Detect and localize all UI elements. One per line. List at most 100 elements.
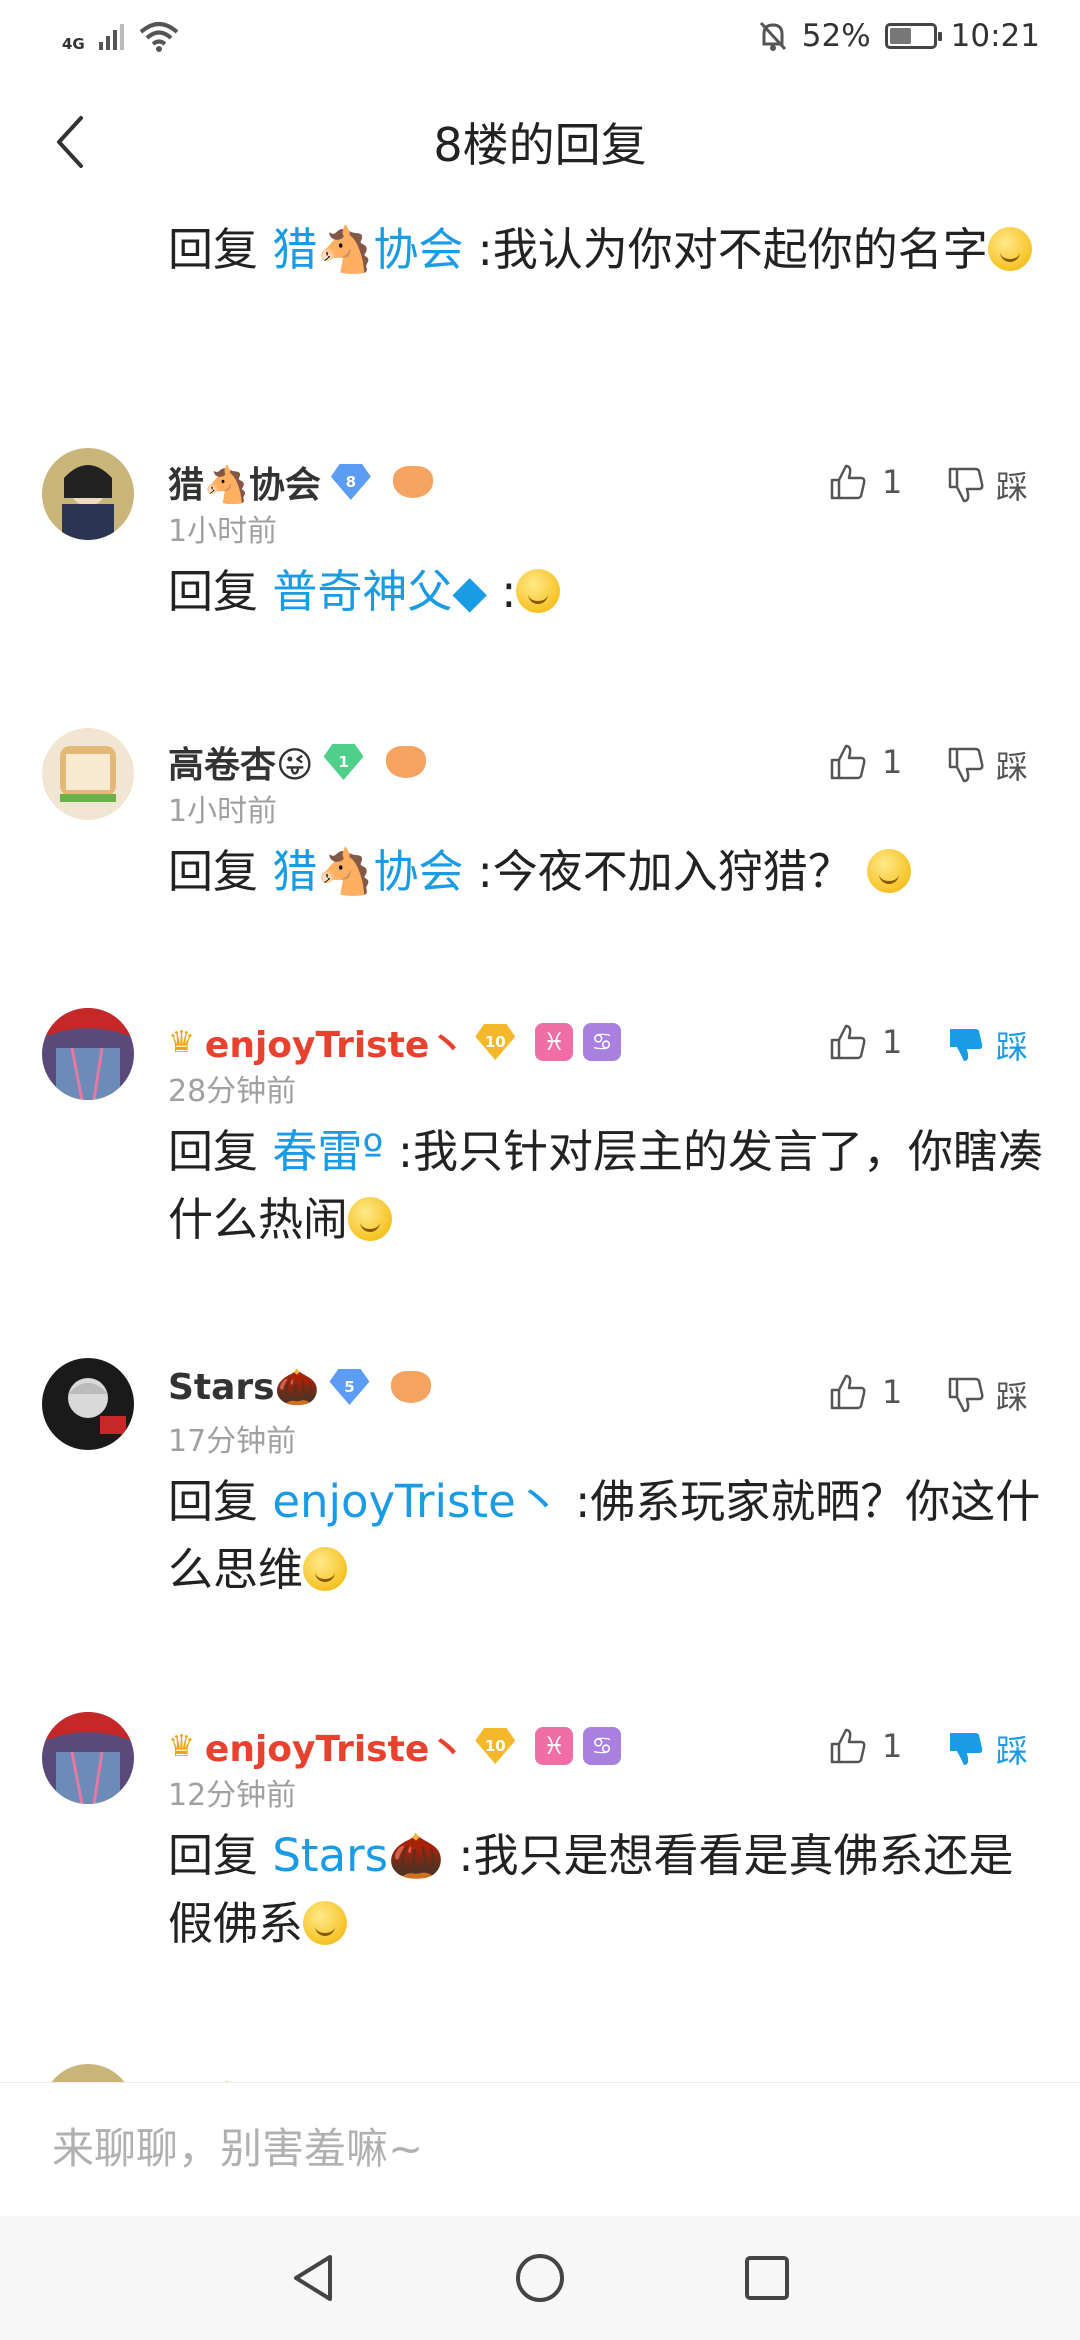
thumbs-up-icon [830,1374,866,1410]
username[interactable]: Stars🌰 [168,1366,319,1408]
username-row: Stars🌰 5 [168,1366,432,1408]
reply-prefix: 回复 [168,1475,273,1528]
avatar[interactable] [42,448,134,540]
comment-input[interactable] [52,2113,1032,2183]
mention-link[interactable]: 猎🐴协会 [272,845,463,898]
timestamp: 17分钟前 [168,1424,297,1459]
header: 8楼的回复 [0,72,1080,212]
comment-text: 回复 普奇神父◆ : [168,558,1048,626]
thumbs-up-icon [830,1024,866,1060]
dislike-label: 踩 [996,468,1029,506]
dislike-button[interactable]: 踩 [946,1022,1028,1068]
dislike-button[interactable]: 踩 [946,1372,1028,1418]
nav-home-button[interactable] [500,2238,580,2318]
mention-link[interactable]: enjoyTriste丶 [272,1475,561,1528]
username-row: 猎🐴协会 [168,2072,321,2082]
dislike-label: 踩 [996,1028,1029,1066]
username[interactable]: 高卷杏😜 [168,736,314,788]
username-row: ♛ enjoyTriste丶 10 ♓ ♋ [168,1720,622,1772]
mention-link[interactable]: Stars🌰 [272,1829,444,1882]
thumbs-down-icon [948,747,984,783]
system-nav-bar [0,2216,1080,2340]
username-row: 猎🐴协会 8 [168,456,433,508]
page-title: 8楼的回复 [433,118,647,172]
reply-prefix: 回复 [168,565,273,618]
battery-percent: 52% [801,18,871,54]
reply-body: :今夜不加入狩猎？ [463,845,853,898]
mention-link[interactable]: 春雷º [272,1125,383,1178]
lungs-icon [385,746,426,778]
like-count: 1 [882,463,903,501]
timestamp: 1小时前 [168,794,278,829]
username[interactable]: enjoyTriste丶 [205,1016,465,1068]
battery-level [889,28,912,44]
clock: 10:21 [950,18,1040,54]
timestamp: 28分钟前 [168,1074,297,1109]
comment-text: 回复 猎🐴协会 :今夜不加入狩猎？ [168,838,1048,906]
lungs-icon [391,1371,432,1403]
like-button[interactable]: 1 [828,462,902,502]
dislike-label: 踩 [996,748,1029,786]
like-button[interactable]: 1 [828,1726,902,1766]
crown-icon: ♛ [168,1728,195,1764]
level-badge: 10 [475,1728,516,1764]
bell-off-icon [759,21,786,51]
username[interactable]: 猎🐴协会 [168,456,321,508]
reply-prefix: 回复 [168,1829,273,1882]
dislike-button[interactable]: 踩 [946,462,1028,508]
triangle-back-icon [294,2255,333,2301]
avatar[interactable] [42,1712,134,1804]
status-right: 52% 10:21 [758,18,1040,54]
comment-text: 回复 春雷º :我只针对层主的发言了，你瞎凑什么热闹 [168,1118,1048,1254]
reply-list[interactable]: 回复 猎🐴协会 :我认为你对不起你的名字 猎🐴协会 8 1小时前 1 踩 回复 … [0,212,1080,2082]
like-button[interactable]: 1 [828,742,902,782]
smile-emoji-icon [987,227,1032,271]
mention-link[interactable]: 普奇神父◆ [272,565,487,618]
thumbs-up-icon [830,464,866,500]
chevron-left-icon [57,116,83,168]
top-reply-text: 回复 猎🐴协会 :我认为你对不起你的名字 [168,216,1048,284]
pisces-icon: ♓ [535,1727,574,1765]
nav-recent-button[interactable] [727,2238,807,2318]
avatar[interactable] [42,1008,134,1100]
smile-emoji-icon [867,849,912,893]
reply-prefix: 回复 [168,1125,273,1178]
circle-home-icon [515,2254,564,2302]
mention-link[interactable]: 猎🐴协会 [272,223,463,276]
level-badge: 5 [329,1369,370,1405]
reply-body: :我认为你对不起你的名字 [463,223,988,276]
status-bar: 4G 52% 10:21 [0,0,1080,72]
lungs-icon [392,466,433,498]
status-left: 4G [62,19,179,53]
like-button[interactable]: 1 [828,1372,902,1412]
avatar[interactable] [42,728,134,820]
dislike-label: 踩 [996,1378,1029,1416]
like-count: 1 [882,743,903,781]
like-count: 1 [882,1727,903,1765]
comment-text: 回复 Stars🌰 :我只是想看看是真佛系还是假佛系 [168,1822,1048,1958]
thumbs-up-icon [830,744,866,780]
dislike-button[interactable]: 踩 [946,742,1028,788]
thumbs-down-icon [950,1029,983,1061]
smile-emoji-icon [516,569,561,613]
avatar[interactable] [42,2064,134,2082]
username-row: ♛ enjoyTriste丶 10 ♓ ♋ [168,1016,622,1068]
back-button[interactable] [40,110,100,174]
screen: 4G 52% 10:21 8楼的回复 回复 猎🐴协会:我认为你对不起你的名字 … [0,0,1080,2340]
username[interactable]: 猎🐴协会 [168,2072,321,2082]
comment-text: 回复 enjoyTriste丶 :佛系玩家就晒？你这什么思维 [168,1468,1048,1604]
dislike-button[interactable]: 踩 [946,1726,1028,1772]
avatar[interactable] [42,1358,134,1450]
wifi-icon [139,22,179,52]
like-count: 1 [882,1373,903,1411]
like-button[interactable]: 1 [828,1022,902,1062]
nav-back-button[interactable] [273,2238,353,2318]
like-count: 1 [882,1023,903,1061]
timestamp: 12分钟前 [168,1778,297,1813]
thinking-emoji-icon [303,1547,348,1591]
battery-icon [884,23,942,49]
comment-input-bar [0,2082,1080,2216]
reply-body: : [486,565,517,618]
thumbs-down-icon [948,467,984,503]
username[interactable]: enjoyTriste丶 [205,1720,465,1772]
